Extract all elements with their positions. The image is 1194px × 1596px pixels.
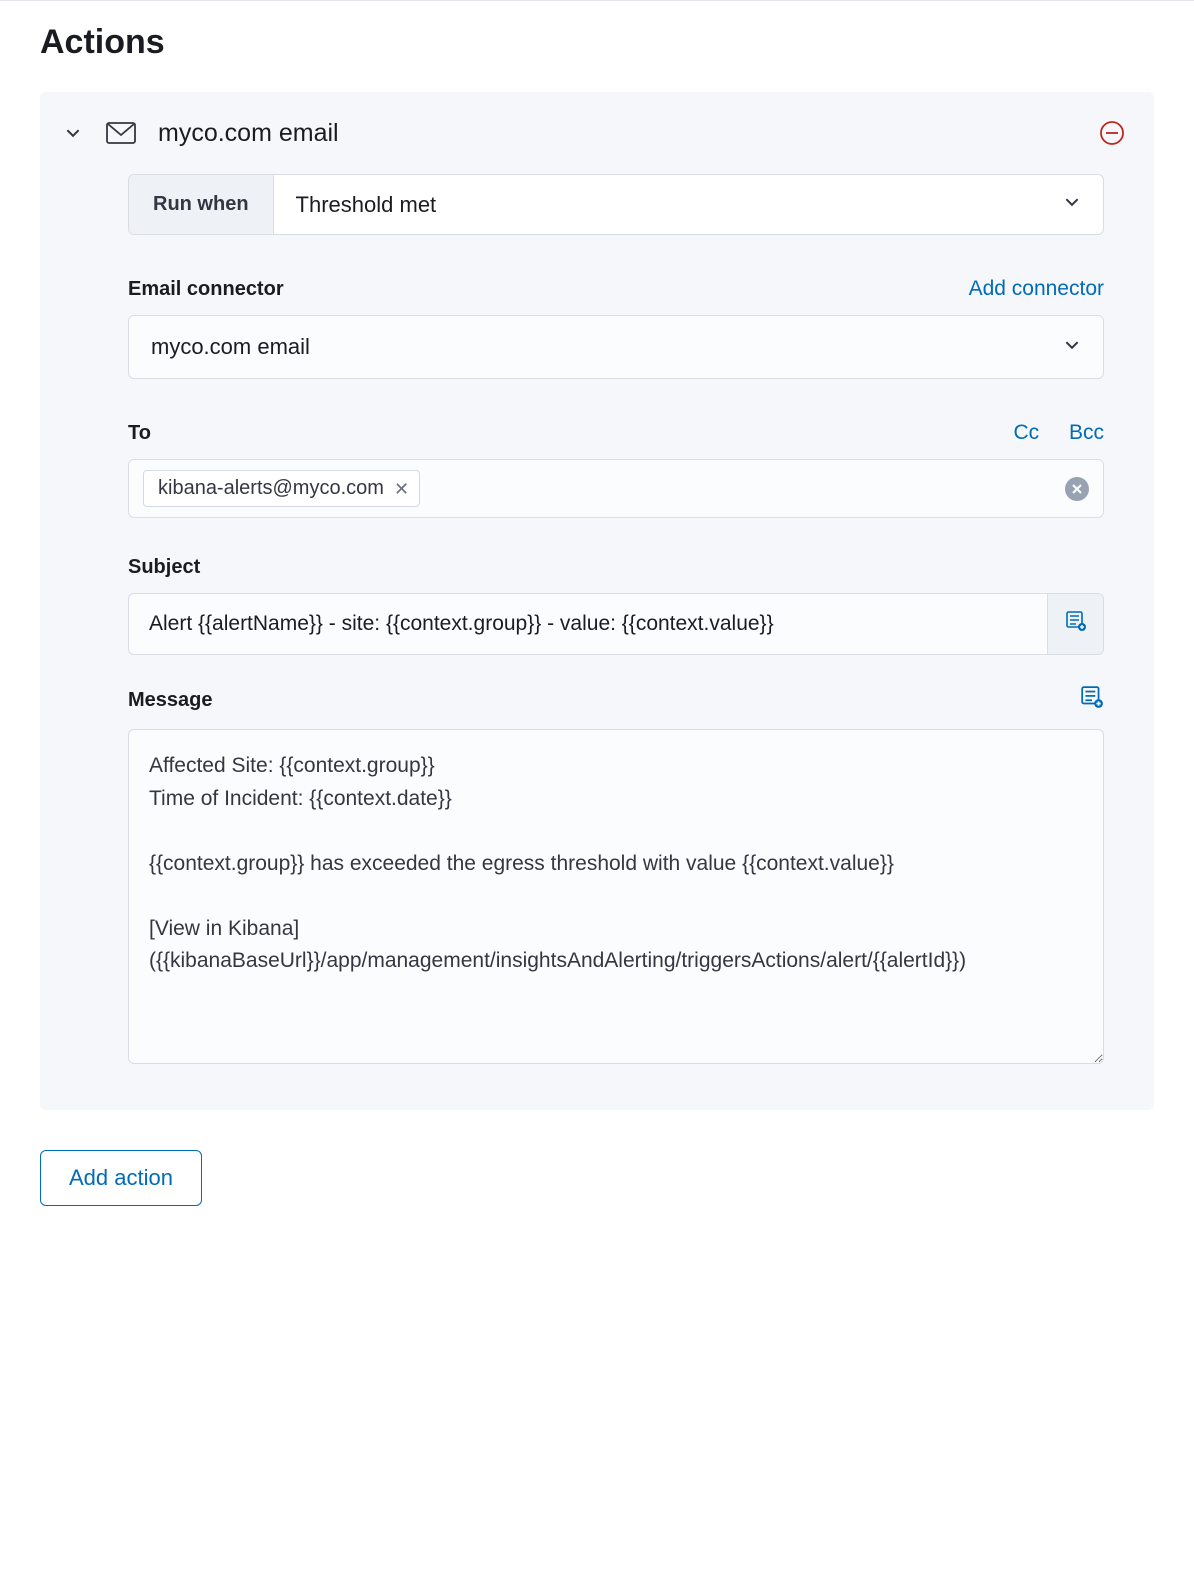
add-action-button[interactable]: Add action <box>40 1150 202 1206</box>
subject-head: Subject <box>128 556 1104 579</box>
insert-variable-button[interactable] <box>1080 685 1104 715</box>
subject-group <box>128 593 1104 655</box>
run-when-group: Run when Threshold met <box>128 174 1104 235</box>
email-icon <box>106 118 136 148</box>
run-when-value: Threshold met <box>296 192 1063 218</box>
connector-head: Email connector Add connector <box>128 277 1104 301</box>
remove-recipient-icon[interactable]: ✕ <box>394 480 409 498</box>
recipient-pill: kibana-alerts@myco.com ✕ <box>143 470 420 507</box>
message-textarea[interactable] <box>128 729 1104 1064</box>
to-head: To Cc Bcc <box>128 421 1104 445</box>
bcc-link[interactable]: Bcc <box>1069 421 1104 444</box>
action-accordion: myco.com email Run when Threshold met Em… <box>40 92 1154 1110</box>
run-when-label: Run when <box>129 175 274 234</box>
connector-value: myco.com email <box>151 334 1063 360</box>
message-head: Message <box>128 685 1104 715</box>
to-combobox[interactable]: kibana-alerts@myco.com ✕ <box>128 459 1104 518</box>
section-title: Actions <box>40 23 1154 62</box>
to-label: To <box>128 422 151 445</box>
clear-all-icon[interactable] <box>1065 477 1089 501</box>
chevron-down-icon <box>1063 334 1081 360</box>
variable-icon <box>1065 610 1087 638</box>
remove-action-icon[interactable] <box>1098 119 1126 147</box>
add-connector-link[interactable]: Add connector <box>969 277 1104 301</box>
run-when-select[interactable]: Threshold met <box>274 175 1103 234</box>
message-label: Message <box>128 689 213 712</box>
insert-variable-button[interactable] <box>1047 594 1103 654</box>
chevron-down-icon <box>1063 193 1081 217</box>
action-title: myco.com email <box>158 119 1076 148</box>
connector-label: Email connector <box>128 278 284 301</box>
connector-select[interactable]: myco.com email <box>128 315 1104 379</box>
subject-label: Subject <box>128 556 200 579</box>
accordion-header[interactable]: myco.com email <box>40 92 1154 174</box>
accordion-body: Run when Threshold met Email connector A… <box>40 174 1154 1110</box>
variable-icon <box>1080 685 1104 715</box>
cc-link[interactable]: Cc <box>1013 421 1039 444</box>
subject-input[interactable] <box>129 594 1047 654</box>
chevron-down-icon[interactable] <box>62 122 84 144</box>
recipient-text: kibana-alerts@myco.com <box>158 477 384 500</box>
